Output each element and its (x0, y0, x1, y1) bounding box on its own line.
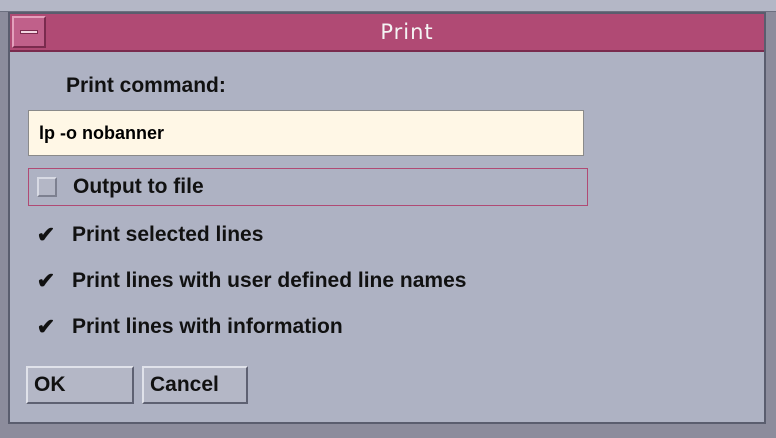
print-lines-with-information-option[interactable]: ✔ Print lines with information (28, 308, 588, 346)
print-selected-lines-label: Print selected lines (72, 223, 264, 246)
output-to-file-option[interactable]: Output to file (28, 168, 588, 206)
output-to-file-label: Output to file (73, 175, 204, 198)
print-dialog: Print Print command: Output to file ✔ Pr… (8, 12, 766, 424)
check-icon: ✔ (36, 222, 56, 247)
ok-button[interactable]: OK (26, 366, 134, 404)
desktop-frame (0, 0, 776, 12)
print-lines-with-information-label: Print lines with information (72, 315, 343, 338)
print-user-defined-names-label: Print lines with user defined line names (72, 269, 467, 292)
print-selected-lines-checkbox[interactable]: ✔ (36, 222, 56, 247)
check-icon: ✔ (36, 314, 56, 339)
output-to-file-checkbox[interactable] (37, 177, 57, 197)
cancel-button[interactable]: Cancel (142, 366, 248, 404)
print-lines-with-information-checkbox[interactable]: ✔ (36, 314, 56, 339)
title-bar[interactable]: Print (10, 14, 764, 52)
window-menu-button[interactable] (12, 16, 46, 48)
print-command-input[interactable] (28, 110, 584, 156)
window-menu-icon (20, 30, 38, 34)
print-selected-lines-option[interactable]: ✔ Print selected lines (28, 216, 588, 254)
print-command-label: Print command: (66, 74, 226, 97)
print-user-defined-names-checkbox[interactable]: ✔ (36, 268, 56, 293)
check-icon: ✔ (36, 268, 56, 293)
window-title: Print (380, 20, 434, 44)
print-user-defined-names-option[interactable]: ✔ Print lines with user defined line nam… (28, 262, 588, 300)
